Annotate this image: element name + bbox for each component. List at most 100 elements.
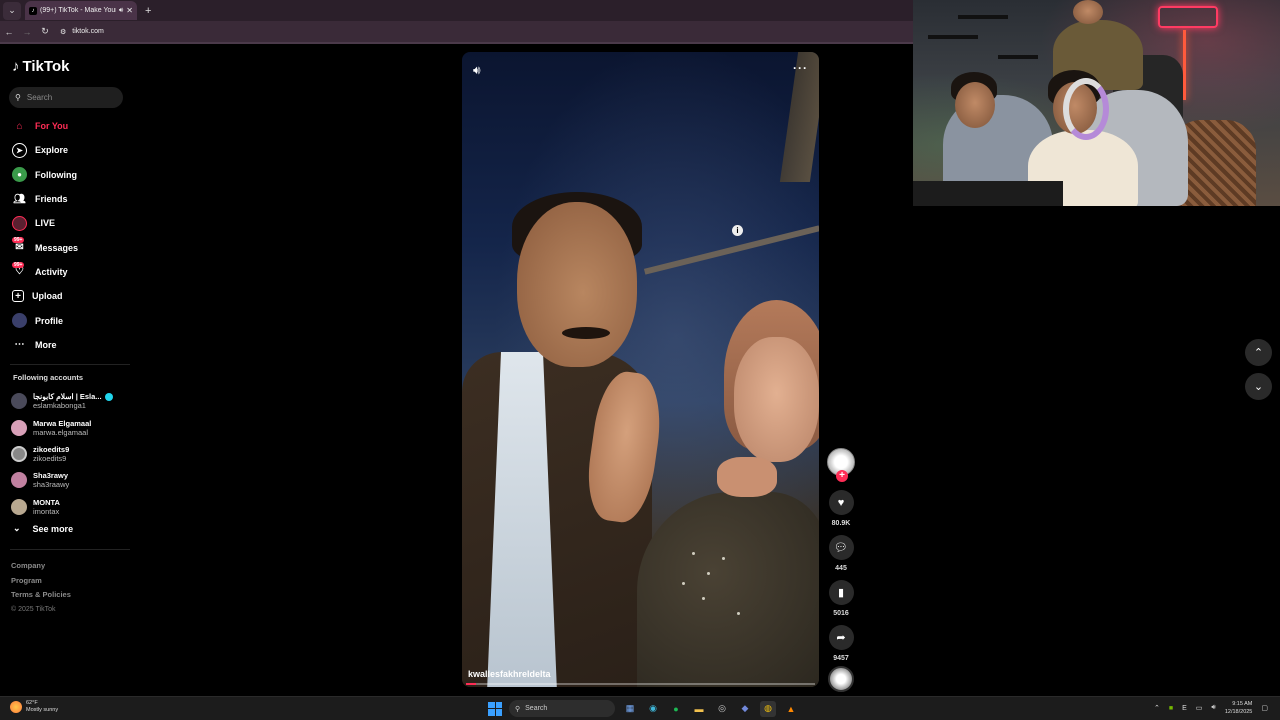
share-icon[interactable]: ➦ xyxy=(828,625,854,650)
tiktok-favicon-icon: ♪ xyxy=(29,6,37,15)
follow-plus-icon[interactable]: + xyxy=(836,470,848,482)
music-disc-icon[interactable] xyxy=(828,666,854,692)
creator-avatar[interactable]: + xyxy=(827,448,855,482)
close-tab-icon[interactable]: ✕ xyxy=(126,6,133,15)
chevron-up-icon[interactable]: ⌃ xyxy=(1154,704,1160,712)
account-item[interactable]: MONTA imontax xyxy=(0,494,135,520)
sidebar-item-more[interactable]: ⋯ More xyxy=(0,333,135,357)
footer-link-program[interactable]: Program xyxy=(11,574,71,589)
video-player[interactable]: 🔊︎ ··· i kwallesfakhreldelta xyxy=(462,52,819,687)
clock[interactable]: 9:15 AM 12/18/2025 xyxy=(1225,700,1253,716)
sidebar-item-friends[interactable]: 👥︎ Friends xyxy=(0,187,135,211)
account-name: zikoedits9 xyxy=(33,444,70,454)
sidebar-item-activity[interactable]: ♡ 99+ Activity xyxy=(0,260,135,284)
video-progress-bar[interactable] xyxy=(466,683,815,685)
webcam-frame xyxy=(913,181,1063,206)
chevron-down-icon: ⌄ xyxy=(1253,381,1264,393)
back-arrow-icon[interactable]: ← xyxy=(0,27,18,37)
profile-avatar-icon xyxy=(12,313,27,329)
previous-video-button[interactable]: ⌃ xyxy=(1245,339,1272,366)
vlc-app-icon[interactable]: ▲ xyxy=(783,701,799,717)
account-handle: eslamkabonga1 xyxy=(33,401,86,411)
browser-tab-tiktok[interactable]: ♪ (99+) TikTok - Make Your Day 🔊︎ ✕ xyxy=(25,1,137,20)
webcam-frame xyxy=(1158,6,1218,28)
account-handle: sha3raawy xyxy=(33,480,70,490)
volume-icon[interactable]: 🔊︎ xyxy=(473,63,481,78)
video-frame xyxy=(682,582,685,585)
sidebar-item-profile[interactable]: Profile xyxy=(0,308,135,332)
sidebar-item-upload[interactable]: + Upload xyxy=(0,284,135,308)
more-options-icon[interactable]: ··· xyxy=(793,61,808,75)
discord-app-icon[interactable]: ◆ xyxy=(737,701,753,717)
bookmark-icon[interactable]: ▮ xyxy=(828,580,854,605)
sidebar-item-label: Explore xyxy=(35,145,69,156)
next-video-button[interactable]: ⌄ xyxy=(1245,373,1272,400)
url-text: tiktok.com xyxy=(72,28,104,35)
tiktok-note-icon: ♪ xyxy=(12,58,20,75)
widgets-app-icon[interactable]: ▦ xyxy=(622,701,638,717)
video-frame xyxy=(734,337,819,462)
like-count: 80.9K xyxy=(831,520,851,527)
sidebar-item-live[interactable]: LIVE xyxy=(0,211,135,235)
sidebar-item-label: Friends xyxy=(35,194,68,205)
account-item[interactable]: Marwa Elgamaal marwa.elgamaal xyxy=(0,414,135,440)
account-handle: marwa.elgamaal xyxy=(33,427,89,437)
clock-date: 12/18/2025 xyxy=(1224,709,1253,715)
site-info-icon[interactable]: ⚙ xyxy=(60,28,66,36)
webcam-frame xyxy=(958,15,1008,19)
comment-icon[interactable]: 💬︎ xyxy=(828,535,854,560)
chevron-up-icon: ⌃ xyxy=(1253,347,1264,359)
save-count: 5016 xyxy=(833,610,849,617)
clock-time: 9:15 AM xyxy=(1232,701,1253,707)
network-icon[interactable]: ▭ xyxy=(1196,704,1203,712)
save-action: ▮ 5016 xyxy=(826,580,856,617)
video-frame xyxy=(737,612,740,615)
sidebar-item-label: Following xyxy=(35,169,77,180)
account-item[interactable]: Sha3rawy sha3raawy xyxy=(0,467,135,493)
taskbar-search[interactable]: ⚲ Search xyxy=(509,700,615,717)
weather-widget[interactable]: 62°F Mostly sunny xyxy=(10,700,58,714)
tab-search-chevron-icon[interactable]: ⌄ xyxy=(3,1,21,20)
account-item[interactable]: zikoedits9 zikoedits9 xyxy=(0,441,135,467)
speaker-icon[interactable]: 🔊︎ xyxy=(1211,704,1215,712)
sidebar-item-for-you[interactable]: ⌂ For You xyxy=(0,114,135,138)
compass-icon: ➤ xyxy=(12,142,27,158)
heart-icon[interactable]: ♥ xyxy=(828,490,854,515)
reload-icon[interactable]: ↻ xyxy=(36,26,54,37)
footer-link-company[interactable]: Company xyxy=(11,559,71,574)
address-field[interactable]: ⚙ tiktok.com xyxy=(60,28,104,36)
new-tab-button[interactable]: + xyxy=(145,5,151,17)
see-more-button[interactable]: ⌄ See more xyxy=(13,523,73,534)
video-actions: + ♥ 80.9K 💬︎ 445 ▮ 5016 ➦ 9457 xyxy=(826,448,856,692)
sidebar-divider xyxy=(10,364,130,365)
more-icon: ⋯ xyxy=(14,339,25,351)
nvidia-icon[interactable]: ■ xyxy=(1169,705,1173,712)
language-icon[interactable]: E xyxy=(1182,705,1187,712)
chrome-app-icon[interactable]: ◍ xyxy=(760,700,776,717)
spotify-app-icon[interactable]: ● xyxy=(668,701,684,717)
video-creator-username[interactable]: kwallesfakhreldelta xyxy=(468,669,551,679)
account-item[interactable]: اسلام كابونجا | Esla... eslamkabonga1 xyxy=(0,388,135,414)
search-input[interactable]: ⚲ Search xyxy=(9,87,123,108)
webcam-frame xyxy=(998,55,1038,59)
footer-link-terms[interactable]: Terms & Policies xyxy=(11,588,71,603)
sidebar: ♪ TikTok ⚲ Search ⌂ For You ➤ Explore ● … xyxy=(0,44,135,694)
file-explorer-app-icon[interactable]: ▬ xyxy=(691,701,707,717)
sidebar-item-following[interactable]: ● Following xyxy=(0,163,135,187)
sidebar-item-label: For You xyxy=(35,121,69,132)
tiktok-logo[interactable]: ♪ TikTok xyxy=(12,58,69,75)
webcam-overlay xyxy=(913,0,1280,206)
share-action: ➦ 9457 xyxy=(826,625,856,662)
forward-arrow-icon[interactable]: → xyxy=(18,27,36,37)
sidebar-item-explore[interactable]: ➤ Explore xyxy=(0,138,135,162)
info-icon[interactable]: i xyxy=(732,225,743,236)
start-button[interactable] xyxy=(488,701,502,716)
chrome-divider xyxy=(0,42,913,44)
webcam-frame xyxy=(1183,30,1186,100)
following-accounts-heading: Following accounts xyxy=(13,373,84,382)
notification-icon[interactable]: ▢ xyxy=(1261,704,1268,712)
edge-app-icon[interactable]: ◉ xyxy=(645,701,661,717)
comment-count: 445 xyxy=(835,565,847,572)
sidebar-item-messages[interactable]: ✉ 99+ Messages xyxy=(0,235,135,259)
steam-app-icon[interactable]: ◎ xyxy=(714,701,730,717)
